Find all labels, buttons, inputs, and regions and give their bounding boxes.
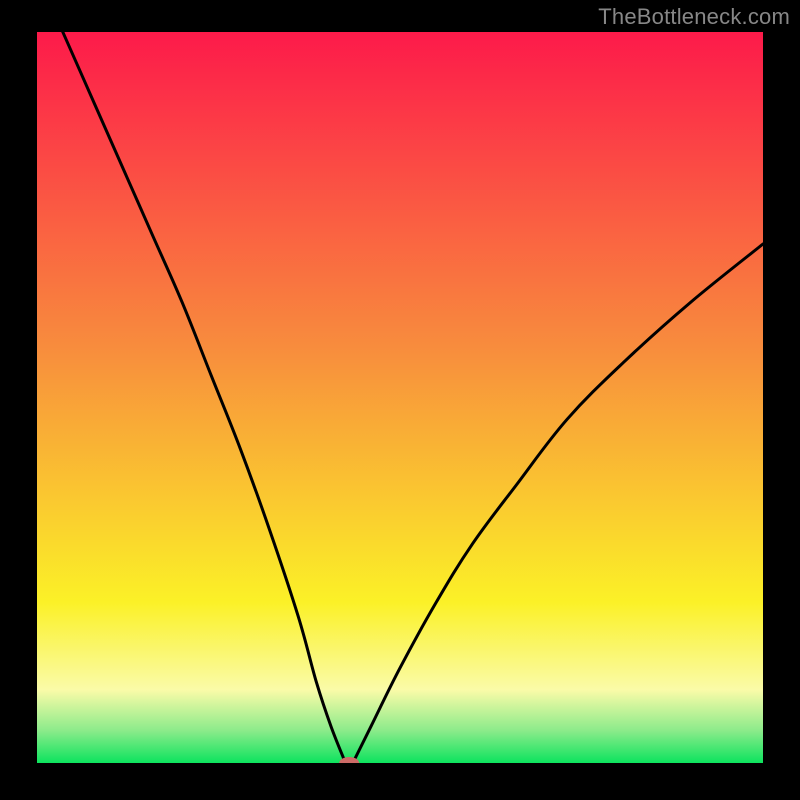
plot-background: [37, 32, 763, 763]
chart-container: TheBottleneck.com: [0, 0, 800, 800]
bottleneck-chart: [0, 0, 800, 800]
watermark-text: TheBottleneck.com: [598, 4, 790, 30]
